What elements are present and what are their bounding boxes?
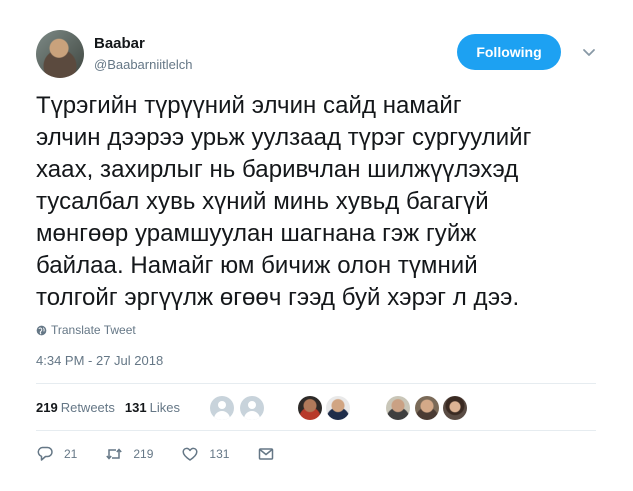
avatar[interactable]: [386, 396, 410, 420]
retweet-icon: [106, 448, 123, 460]
avatar[interactable]: [298, 396, 322, 420]
divider: [36, 430, 596, 431]
tweet-timestamp[interactable]: 4:34 PM - 27 Jul 2018: [36, 353, 163, 368]
author-display-name[interactable]: Baabar: [94, 34, 192, 54]
avatar[interactable]: [240, 396, 264, 420]
reply-count: 21: [64, 447, 78, 461]
avatar[interactable]: [443, 396, 467, 420]
retweet-button[interactable]: 219: [105, 445, 153, 463]
envelope-icon: [259, 448, 274, 460]
retweet-count: 219: [133, 447, 154, 461]
globe-icon: [36, 325, 47, 335]
author-avatar[interactable]: [36, 30, 84, 78]
direct-message-button[interactable]: [257, 445, 285, 463]
retweets-count[interactable]: 219: [36, 400, 58, 415]
author-info[interactable]: Baabar @Baabarniitlelch: [94, 34, 192, 74]
avatar[interactable]: [326, 396, 350, 420]
tweet-text: Түрэгийн түрүүний элчин сайд намайг элчи…: [36, 92, 532, 311]
author-handle[interactable]: @Baabarniitlelch: [94, 56, 192, 74]
heart-icon: [182, 447, 198, 461]
chevron-down-icon[interactable]: [581, 44, 597, 60]
like-button[interactable]: 131: [181, 445, 229, 463]
reply-icon: [37, 446, 53, 461]
engagement-stats: 219 Retweets 131 Likes: [36, 396, 190, 418]
tweet-actions: 21 219 131: [36, 443, 313, 465]
following-button[interactable]: Following: [457, 34, 561, 70]
translate-label[interactable]: Translate Tweet: [51, 323, 136, 337]
avatar[interactable]: [210, 396, 234, 420]
likes-count[interactable]: 131: [125, 400, 147, 415]
avatar[interactable]: [415, 396, 439, 420]
likes-label[interactable]: Likes: [150, 400, 180, 415]
tweet-header: Baabar @Baabarniitlelch Following: [36, 30, 606, 80]
reply-button[interactable]: 21: [36, 445, 77, 463]
divider: [36, 383, 596, 384]
retweets-label[interactable]: Retweets: [61, 400, 115, 415]
like-count: 131: [209, 447, 230, 461]
translate-tweet-link[interactable]: Translate Tweet: [36, 323, 136, 337]
